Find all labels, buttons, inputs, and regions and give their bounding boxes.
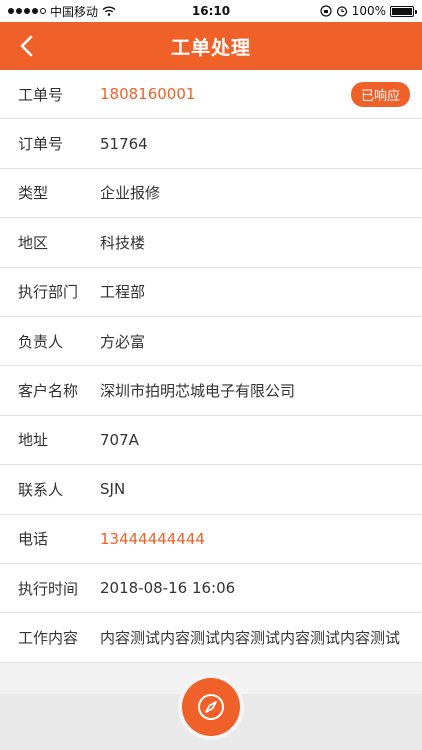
page-title: 工单处理 xyxy=(170,36,251,59)
carrier-label: 中国移动 xyxy=(50,4,99,19)
row-label: 订单号 xyxy=(18,135,64,154)
work-content: 内容测试内容测试内容测试内容测试内容测试 xyxy=(100,628,401,647)
signal-icon xyxy=(8,8,46,14)
area: 科技楼 xyxy=(100,233,146,252)
phone-link[interactable]: 13444444444 xyxy=(100,530,205,548)
customer-name: 深圳市拍明芯城电子有限公司 xyxy=(100,382,296,401)
address: 707A xyxy=(100,430,139,449)
row-order-no: 订单号 51764 xyxy=(0,119,422,169)
owner: 方必富 xyxy=(100,332,146,351)
row-contact: 联系人 SJN xyxy=(0,465,422,515)
rotation-lock-icon xyxy=(320,5,332,17)
status-left: 中国移动 xyxy=(8,3,116,20)
row-customer: 客户名称 深圳市拍明芯城电子有限公司 xyxy=(0,366,422,416)
work-order-details: 工单号 1808160001 已响应 订单号 51764 类型 企业报修 地区 … xyxy=(0,70,422,663)
exec-time: 2018-08-16 16:06 xyxy=(100,579,236,598)
row-type: 类型 企业报修 xyxy=(0,169,422,219)
row-work-content: 工作内容 内容测试内容测试内容测试内容测试内容测试 xyxy=(0,613,422,663)
battery-icon xyxy=(390,5,417,17)
row-exec-time: 执行时间 2018-08-16 16:06 xyxy=(0,564,422,614)
row-area: 地区 科技楼 xyxy=(0,218,422,268)
row-label: 联系人 xyxy=(18,480,64,499)
battery-label: 100% xyxy=(351,4,386,18)
work-order-number: 1808160001 xyxy=(100,85,196,104)
row-address: 地址 707A xyxy=(0,416,422,466)
row-phone[interactable]: 电话 13444444444 xyxy=(0,515,422,564)
chevron-left-icon xyxy=(20,35,33,57)
back-button[interactable] xyxy=(10,30,42,62)
alarm-icon xyxy=(336,6,347,17)
contact-person: SJN xyxy=(100,480,126,499)
wifi-icon xyxy=(102,6,116,16)
row-label: 负责人 xyxy=(18,332,64,351)
row-label: 工作内容 xyxy=(18,628,79,647)
row-department: 执行部门 工程部 xyxy=(0,268,422,317)
compass-icon xyxy=(198,694,224,720)
row-label: 电话 xyxy=(18,530,49,549)
row-label: 客户名称 xyxy=(18,382,79,401)
status-badge: 已响应 xyxy=(350,82,410,107)
row-label: 地址 xyxy=(18,431,49,450)
order-number: 51764 xyxy=(100,134,148,153)
department: 工程部 xyxy=(100,283,146,302)
row-work-order-no: 工单号 1808160001 已响应 xyxy=(0,70,422,120)
row-label: 类型 xyxy=(18,184,49,203)
status-bar: 中国移动 16:10 100% xyxy=(0,0,422,22)
row-label: 地区 xyxy=(18,233,49,252)
order-type: 企业报修 xyxy=(100,184,161,203)
row-label: 工单号 xyxy=(18,85,64,104)
row-label: 执行时间 xyxy=(18,579,79,598)
compass-button[interactable] xyxy=(182,678,240,736)
status-right: 100% xyxy=(320,4,417,18)
row-label: 执行部门 xyxy=(18,283,79,302)
nav-bar: 工单处理 xyxy=(0,22,422,70)
row-owner: 负责人 方必富 xyxy=(0,317,422,367)
